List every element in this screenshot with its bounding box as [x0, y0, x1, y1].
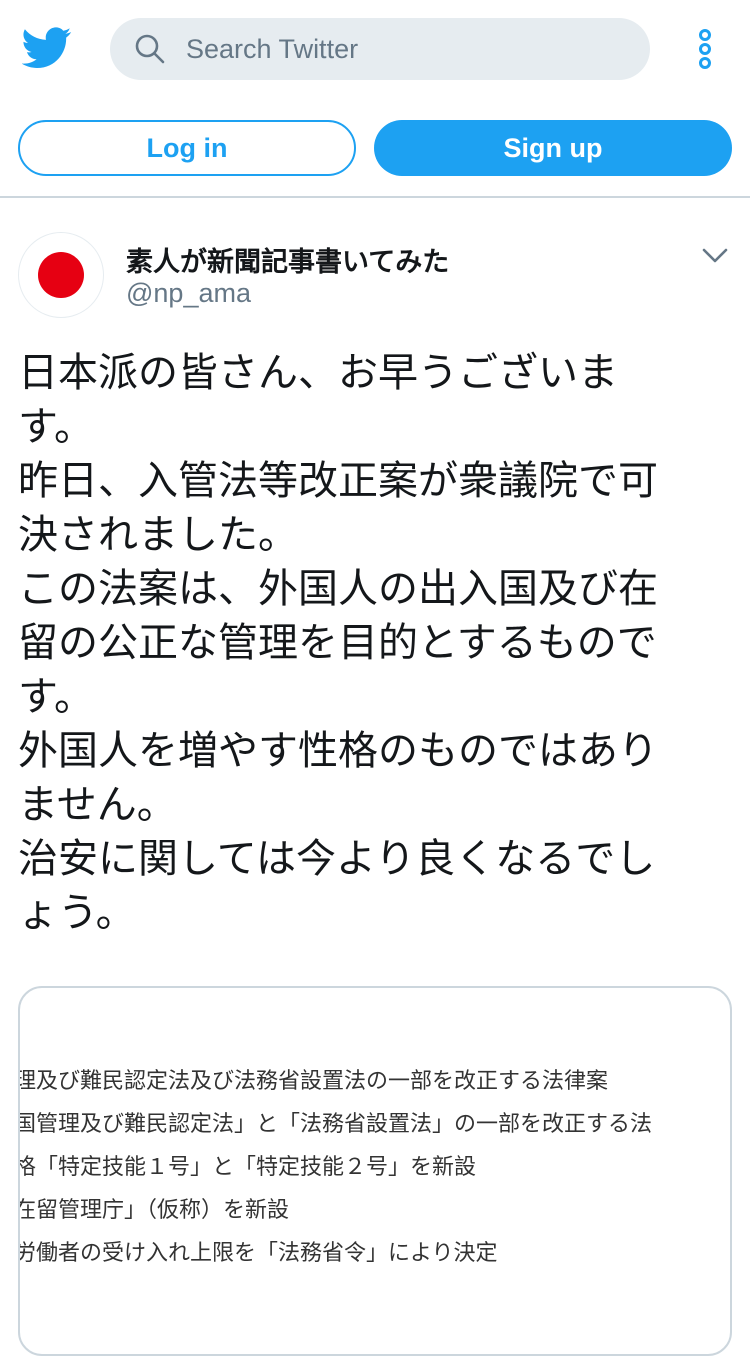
tweet-text-line: 決されました。 [18, 512, 298, 558]
search-icon [135, 34, 165, 64]
tweet-text-line: ょう。 [18, 890, 136, 936]
tweet-header: 素人が新聞記事書いてみた @np_ama [0, 232, 750, 322]
tweet-text-line: 外国人を増やす性格のものではあり [18, 728, 658, 774]
tweet-text-line: 昨日、入管法等改正案が衆議院で可 [18, 458, 658, 504]
user-handle[interactable]: @np_ama [126, 278, 251, 309]
tweet-text: 日本派の皆さん、お早うございま す。 昨日、入管法等改正案が衆議院で可 決されま… [18, 346, 732, 940]
avatar[interactable] [18, 232, 104, 318]
twitter-bird-icon[interactable] [22, 26, 72, 70]
media-text-line: 理及び難民認定法及び法務省設置法の一部を改正する法律案 [18, 1069, 609, 1094]
display-name[interactable]: 素人が新聞記事書いてみた [126, 240, 449, 279]
media-text-line: 国管理及び難民認定法」と「法務省設置法」の一部を改正する法 [18, 1112, 653, 1137]
tweet-text-line: ません。 [18, 782, 177, 828]
tweet-text-line: 治安に関しては今より良くなるでし [18, 836, 656, 882]
media-text-line: 在留管理庁」（仮称）を新設 [18, 1198, 290, 1223]
chevron-down-icon[interactable] [700, 246, 730, 266]
tweet-text-line: 日本派の皆さん、お早うございま [18, 350, 618, 396]
tweet-text-line: す。 [18, 404, 94, 450]
signup-button[interactable]: Sign up [374, 120, 732, 176]
media-image-text: 理及び難民認定法及び法務省設置法の一部を改正する法律案 国管理及び難民認定法」と… [18, 1060, 730, 1275]
tweet-text-line: す。 [18, 674, 94, 720]
tweet-text-line: 留の公正な管理を目的とするもので [18, 620, 657, 666]
search-bar[interactable] [110, 18, 650, 80]
tweet-media-image[interactable]: 理及び難民認定法及び法務省設置法の一部を改正する法律案 国管理及び難民認定法」と… [18, 986, 732, 1356]
search-input[interactable] [186, 33, 606, 65]
media-text-line: 格「特定技能１号」と「特定技能２号」を新設 [18, 1155, 477, 1180]
auth-button-row: Log in Sign up [0, 98, 750, 198]
media-text-line: 労働者の受け入れ上限を「法務省令」により決定 [18, 1241, 498, 1266]
more-vertical-icon[interactable] [690, 28, 720, 70]
login-button[interactable]: Log in [18, 120, 356, 176]
japan-flag-avatar [38, 252, 84, 298]
top-bar [0, 0, 750, 98]
tweet-text-line: この法案は、外国人の出入国及び在 [18, 566, 658, 612]
